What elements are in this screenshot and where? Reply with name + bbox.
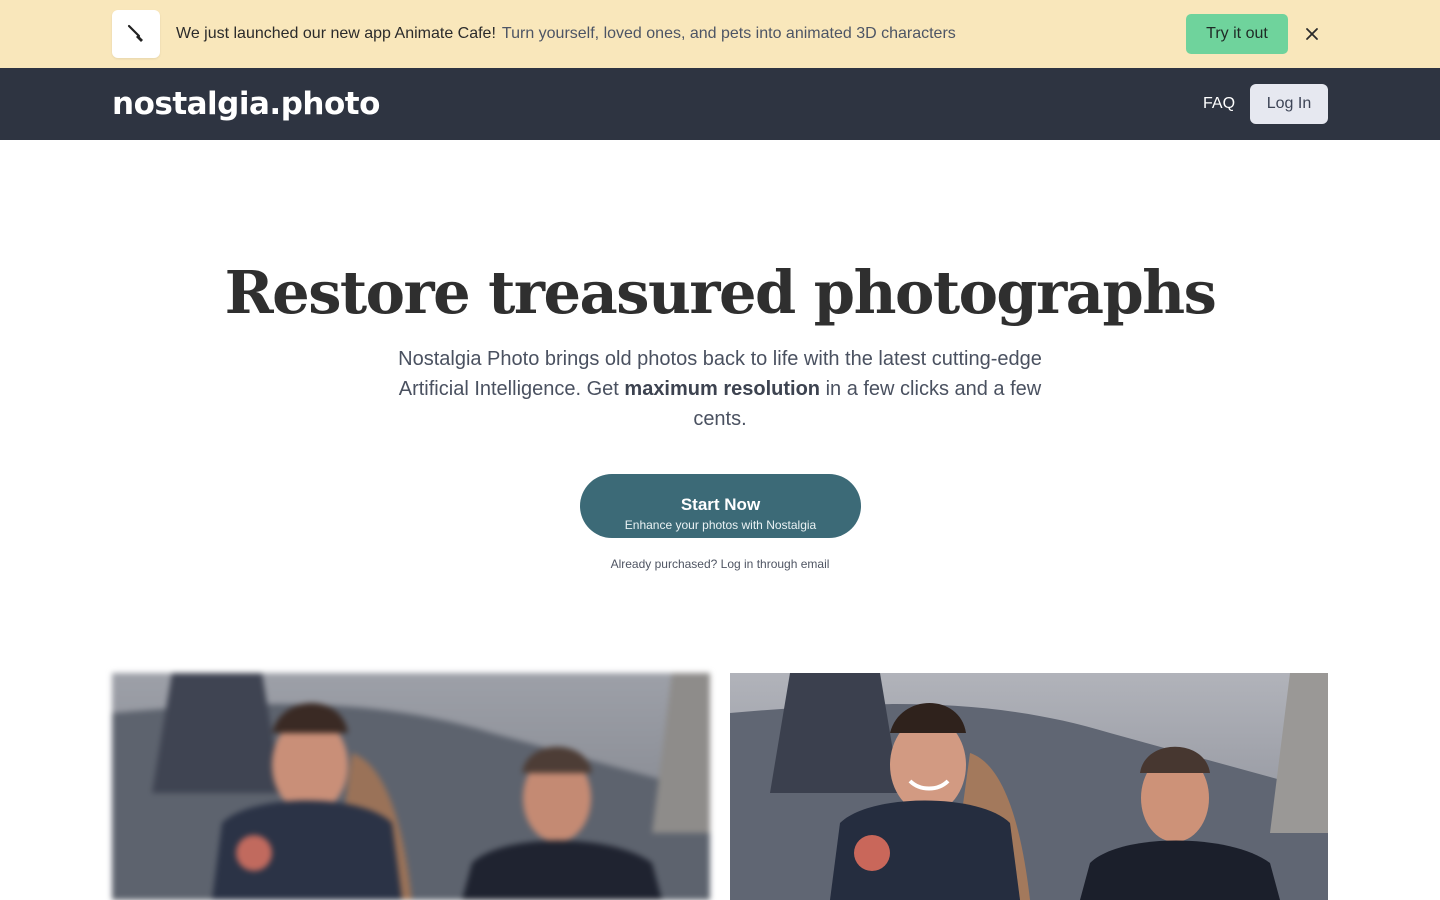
banner-headline: We just launched our new app Animate Caf… — [176, 25, 496, 42]
nav-faq-link[interactable]: FAQ — [1203, 94, 1235, 114]
hero-description: Nostalgia Photo brings old photos back t… — [380, 344, 1060, 434]
start-now-sublabel: Enhance your photos with Nostalgia — [624, 517, 817, 532]
paintbrush-icon — [127, 24, 143, 42]
email-login-link[interactable]: Already purchased? Log in through email — [611, 557, 830, 571]
banner-subtext: Turn yourself, loved ones, and pets into… — [501, 25, 956, 42]
close-banner-button[interactable] — [1300, 22, 1324, 46]
banner-message: We just launched our new app Animate Caf… — [176, 23, 956, 45]
already-purchased-text: Already purchased? Log in through email — [0, 556, 1440, 572]
start-now-label: Start Now — [680, 494, 761, 514]
hero-title: Restore treasured photographs — [224, 258, 1217, 327]
banner-app-icon — [112, 10, 160, 58]
login-button[interactable]: Log In — [1250, 84, 1328, 124]
hero-desc-bold: maximum resolution — [624, 378, 821, 400]
site-logo[interactable]: nostalgia.photo — [112, 84, 380, 124]
before-photo — [112, 673, 710, 900]
after-photo — [730, 673, 1328, 900]
try-it-out-button[interactable]: Try it out — [1186, 14, 1288, 54]
start-now-button[interactable]: Start Now Enhance your photos with Nosta… — [580, 474, 861, 538]
close-icon — [1306, 28, 1318, 40]
